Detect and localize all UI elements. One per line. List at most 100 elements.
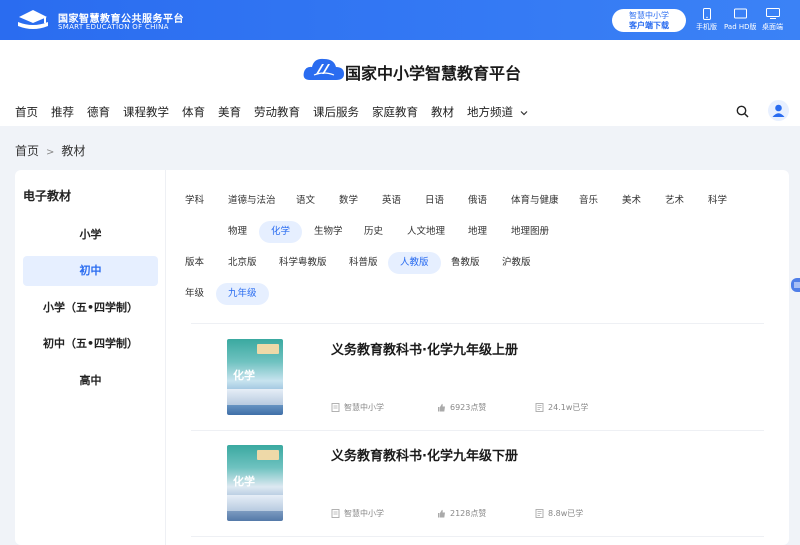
thumbs-up-icon: [438, 403, 445, 412]
textbook-panel: 电子教材 小学 初中 小学（五•四学制） 初中（五•四学制） 高中 学科 道德与…: [15, 170, 789, 545]
sidebar-item-primary-54[interactable]: 小学（五•四学制）: [23, 293, 158, 323]
stage-sidebar: 电子教材 小学 初中 小学（五•四学制） 初中（五•四学制） 高中: [15, 170, 166, 545]
device-label: Pad HD版: [724, 23, 757, 31]
document-icon: [331, 403, 340, 412]
avatar[interactable]: [768, 100, 789, 121]
grade-label: 年级: [185, 288, 205, 299]
subject-chip[interactable]: 物理: [216, 221, 259, 243]
site-logo-icon[interactable]: [302, 54, 346, 86]
version-chip-active[interactable]: 人教版: [388, 252, 441, 274]
subject-chip[interactable]: 美术: [610, 190, 653, 212]
subject-chip[interactable]: 道德与法治: [216, 190, 288, 212]
nav-item-recommend[interactable]: 推荐: [51, 104, 74, 120]
book-icon: [535, 509, 544, 518]
device-label: 手机版: [696, 23, 717, 31]
version-chip[interactable]: 北京版: [216, 252, 269, 274]
nav-item-home[interactable]: 首页: [15, 104, 38, 120]
cover-band: [227, 389, 283, 405]
subject-chip[interactable]: 生物学: [302, 221, 355, 243]
device-phone[interactable]: 手机版: [696, 8, 717, 32]
version-chip[interactable]: 沪教版: [490, 252, 543, 274]
subject-chip[interactable]: 艺术: [653, 190, 696, 212]
subject-chip[interactable]: 地理图册: [499, 221, 561, 243]
brand-name-en: SMART EDUCATION OF CHINA: [58, 23, 169, 31]
breadcrumb-separator: >: [46, 147, 55, 158]
search-icon[interactable]: [736, 105, 749, 118]
cover-tag: [257, 344, 279, 354]
book-title[interactable]: 义务教育教科书·化学九年级下册: [331, 445, 518, 464]
version-chip[interactable]: 科普版: [337, 252, 390, 274]
book-cover[interactable]: 化学: [227, 445, 283, 521]
sidebar-item-primary[interactable]: 小学: [23, 220, 158, 250]
subject-chip[interactable]: 数学: [327, 190, 370, 212]
device-desktop[interactable]: 桌面端: [762, 8, 783, 32]
grade-chip-active[interactable]: 九年级: [216, 283, 269, 305]
top-bar: 国家智慧教育公共服务平台 SMART EDUCATION OF CHINA 智慧…: [0, 0, 800, 40]
nav-item-arts[interactable]: 美育: [218, 104, 241, 120]
version-chip[interactable]: 鲁教版: [439, 252, 492, 274]
likes-text: 2128点赞: [450, 509, 487, 518]
sidebar-title: 电子教材: [23, 189, 72, 203]
subject-chip[interactable]: 日语: [413, 190, 456, 212]
learned-text: 24.1w已学: [548, 403, 589, 412]
book-publisher: 智慧中小学: [331, 402, 384, 413]
subject-chip[interactable]: 音乐: [567, 190, 610, 212]
nav-item-labor[interactable]: 劳动教育: [254, 104, 300, 120]
subject-chip-active[interactable]: 化学: [259, 221, 303, 243]
book-learned: 8.8w已学: [535, 508, 583, 519]
desktop-icon: [765, 8, 780, 19]
breadcrumb-current: 教材: [61, 144, 86, 158]
download-line2: 客户端下载: [629, 21, 669, 30]
client-download-button[interactable]: 智慧中小学 客户端下载: [612, 9, 686, 32]
nav-item-course[interactable]: 课程教学: [123, 104, 169, 120]
phone-icon: [702, 8, 711, 20]
device-label: 桌面端: [762, 23, 783, 31]
book-item[interactable]: 化学 义务教育教科书·化学九年级下册 智慧中小学 2128点赞 8.8w已学: [191, 445, 764, 545]
divider: [191, 536, 764, 537]
subject-chip[interactable]: 历史: [352, 221, 395, 243]
sidebar-item-senior[interactable]: 高中: [23, 366, 158, 396]
subject-chip[interactable]: 体育与健康: [499, 190, 571, 212]
subject-chip[interactable]: 语文: [284, 190, 327, 212]
nav-item-local-label: 地方频道: [467, 105, 513, 119]
document-icon: [331, 509, 340, 518]
chevron-down-icon: [520, 110, 528, 115]
likes-text: 6923点赞: [450, 403, 487, 412]
book-publisher: 智慧中小学: [331, 508, 384, 519]
user-icon: [772, 104, 785, 117]
sidebar-item-junior-54[interactable]: 初中（五•四学制）: [23, 329, 158, 359]
site-header: 国家中小学智慧教育平台 首页 推荐 德育 课程教学 体育 美育 劳动教育 课后服…: [0, 40, 800, 126]
subject-chip[interactable]: 英语: [370, 190, 413, 212]
smart-education-logo-icon[interactable]: [14, 8, 52, 32]
book-likes: 6923点赞: [437, 402, 486, 413]
subject-chip[interactable]: 地理: [456, 221, 499, 243]
nav-item-after-school[interactable]: 课后服务: [313, 104, 359, 120]
subject-chip[interactable]: 科学: [696, 190, 739, 212]
site-title: 国家中小学智慧教育平台: [345, 64, 522, 83]
publisher-text: 智慧中小学: [344, 403, 384, 412]
subject-chip[interactable]: 俄语: [456, 190, 499, 212]
book-icon: [535, 403, 544, 412]
nav-item-textbook[interactable]: 教材: [431, 104, 454, 120]
nav-item-family[interactable]: 家庭教育: [372, 104, 418, 120]
nav-item-local[interactable]: 地方频道: [467, 104, 528, 120]
cover-tag: [257, 450, 279, 460]
learned-text: 8.8w已学: [548, 509, 584, 518]
cover-band: [227, 495, 283, 511]
book-title[interactable]: 义务教育教科书·化学九年级上册: [331, 339, 518, 358]
book-cover[interactable]: 化学: [227, 339, 283, 415]
nav-item-sports[interactable]: 体育: [182, 104, 205, 120]
subject-chip[interactable]: 人文地理: [395, 221, 457, 243]
sidebar-item-junior[interactable]: 初中: [23, 256, 158, 286]
thumbs-up-icon: [438, 509, 445, 518]
nav-item-moral[interactable]: 德育: [87, 104, 110, 120]
breadcrumb: 首页 > 教材: [15, 142, 85, 159]
floating-side-tab[interactable]: [791, 278, 800, 292]
divider: [191, 323, 764, 324]
menu-icon: [794, 282, 800, 288]
device-pad[interactable]: Pad HD版: [724, 8, 757, 32]
download-line1: 智慧中小学: [629, 11, 669, 20]
version-chip[interactable]: 科学粤教版: [267, 252, 339, 274]
cover-title: 化学: [233, 475, 255, 488]
breadcrumb-home[interactable]: 首页: [15, 144, 39, 158]
